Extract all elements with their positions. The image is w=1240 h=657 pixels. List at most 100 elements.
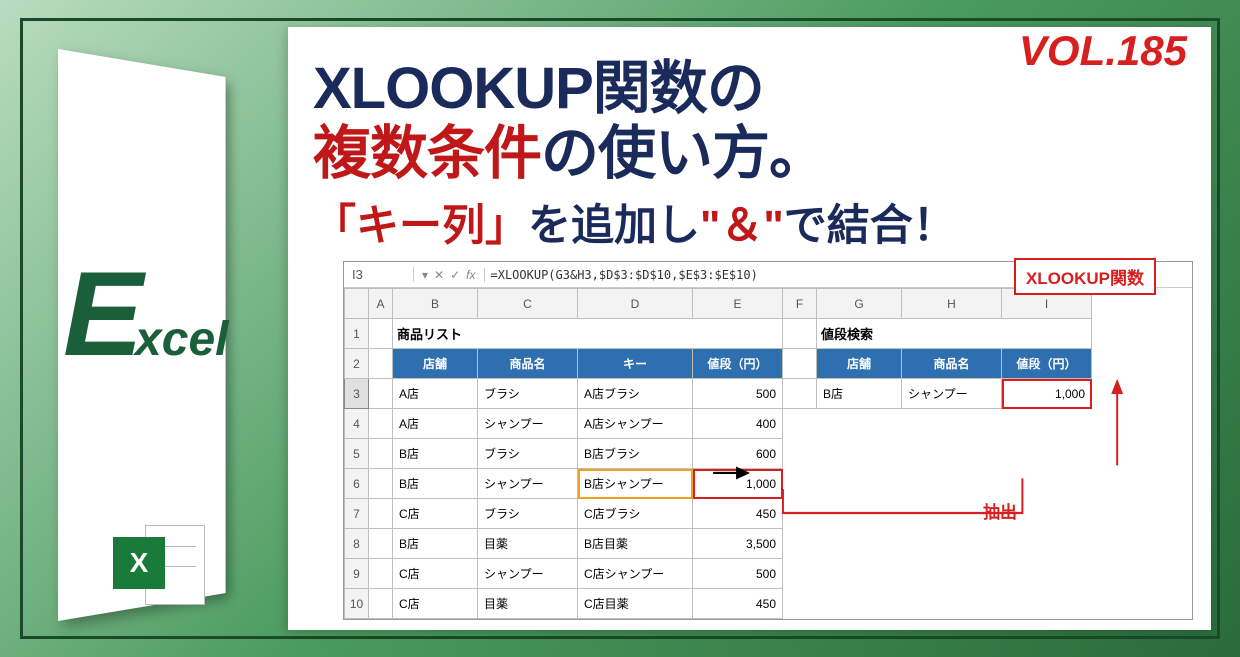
cell-product[interactable]: シャンプー bbox=[478, 409, 578, 439]
cell[interactable] bbox=[902, 409, 1002, 439]
cell[interactable] bbox=[1002, 439, 1092, 469]
cell-product[interactable]: ブラシ bbox=[478, 499, 578, 529]
cell-product[interactable]: ブラシ bbox=[478, 379, 578, 409]
name-box[interactable]: I3 bbox=[344, 267, 414, 282]
col-d[interactable]: D bbox=[578, 289, 693, 319]
cell-product[interactable]: ブラシ bbox=[478, 439, 578, 469]
row-hdr[interactable]: 5 bbox=[345, 439, 369, 469]
cell[interactable] bbox=[783, 469, 817, 499]
cell-key[interactable]: A店ブラシ bbox=[578, 379, 693, 409]
col-g[interactable]: G bbox=[817, 289, 902, 319]
cell-store[interactable]: A店 bbox=[393, 379, 478, 409]
col-f[interactable]: F bbox=[783, 289, 817, 319]
left-hdr-key[interactable]: キー bbox=[578, 349, 693, 379]
cell[interactable] bbox=[1002, 589, 1092, 619]
cell[interactable] bbox=[817, 559, 902, 589]
left-hdr-price[interactable]: 値段（円） bbox=[693, 349, 783, 379]
right-hdr-price[interactable]: 値段（円） bbox=[1002, 349, 1092, 379]
section-right-title[interactable]: 値段検索 bbox=[817, 319, 1092, 349]
cell[interactable] bbox=[817, 589, 902, 619]
cell-price[interactable]: 450 bbox=[693, 589, 783, 619]
row-hdr[interactable]: 9 bbox=[345, 559, 369, 589]
fx-icon[interactable]: fx bbox=[466, 268, 475, 282]
cell-store[interactable]: C店 bbox=[393, 589, 478, 619]
cell[interactable] bbox=[369, 439, 393, 469]
cell[interactable] bbox=[783, 349, 817, 379]
cell-store[interactable]: B店 bbox=[393, 529, 478, 559]
cell-store[interactable]: C店 bbox=[393, 499, 478, 529]
cell-key[interactable]: A店シャンプー bbox=[578, 409, 693, 439]
col-b[interactable]: B bbox=[393, 289, 478, 319]
right-hdr-store[interactable]: 店舗 bbox=[817, 349, 902, 379]
col-h[interactable]: H bbox=[902, 289, 1002, 319]
cell-price[interactable]: 600 bbox=[693, 439, 783, 469]
cell-key[interactable]: B店目薬 bbox=[578, 529, 693, 559]
cell[interactable] bbox=[369, 499, 393, 529]
cell[interactable] bbox=[817, 499, 902, 529]
row-hdr[interactable]: 7 bbox=[345, 499, 369, 529]
cell-key[interactable]: B店シャンプー bbox=[578, 469, 693, 499]
cell[interactable] bbox=[902, 529, 1002, 559]
cell[interactable] bbox=[369, 589, 393, 619]
cell[interactable] bbox=[902, 589, 1002, 619]
cell[interactable] bbox=[783, 589, 817, 619]
cell-price[interactable]: 400 bbox=[693, 409, 783, 439]
col-a[interactable]: A bbox=[369, 289, 393, 319]
cell-store[interactable]: C店 bbox=[393, 559, 478, 589]
cell-store[interactable]: B店 bbox=[393, 469, 478, 499]
cell[interactable] bbox=[369, 349, 393, 379]
cell-price[interactable]: 500 bbox=[693, 559, 783, 589]
dropdown-icon[interactable]: ▾ bbox=[422, 268, 428, 282]
cell-store[interactable]: A店 bbox=[393, 409, 478, 439]
cell-price[interactable]: 450 bbox=[693, 499, 783, 529]
left-hdr-store[interactable]: 店舗 bbox=[393, 349, 478, 379]
cell[interactable] bbox=[902, 439, 1002, 469]
cell[interactable] bbox=[369, 319, 393, 349]
col-e[interactable]: E bbox=[693, 289, 783, 319]
cell[interactable] bbox=[817, 409, 902, 439]
cell[interactable] bbox=[817, 469, 902, 499]
cell[interactable] bbox=[369, 529, 393, 559]
cell-product[interactable]: シャンプー bbox=[478, 559, 578, 589]
row-hdr[interactable]: 8 bbox=[345, 529, 369, 559]
cell[interactable] bbox=[1002, 469, 1092, 499]
right-product[interactable]: シャンプー bbox=[902, 379, 1002, 409]
right-store[interactable]: B店 bbox=[817, 379, 902, 409]
row-hdr[interactable]: 6 bbox=[345, 469, 369, 499]
row-hdr[interactable]: 10 bbox=[345, 589, 369, 619]
corner-cell[interactable] bbox=[345, 289, 369, 319]
cell[interactable] bbox=[1002, 559, 1092, 589]
cell-product[interactable]: シャンプー bbox=[478, 469, 578, 499]
cell-price[interactable]: 1,000 bbox=[693, 469, 783, 499]
cell[interactable] bbox=[902, 559, 1002, 589]
section-left-title[interactable]: 商品リスト bbox=[393, 319, 783, 349]
cell[interactable] bbox=[1002, 409, 1092, 439]
left-hdr-product[interactable]: 商品名 bbox=[478, 349, 578, 379]
cell[interactable] bbox=[783, 439, 817, 469]
cell-key[interactable]: B店ブラシ bbox=[578, 439, 693, 469]
cell[interactable] bbox=[783, 499, 817, 529]
row-hdr[interactable]: 4 bbox=[345, 409, 369, 439]
cell-product[interactable]: 目薬 bbox=[478, 589, 578, 619]
col-c[interactable]: C bbox=[478, 289, 578, 319]
right-result[interactable]: 1,000 bbox=[1002, 379, 1092, 409]
cell[interactable] bbox=[783, 559, 817, 589]
cell[interactable] bbox=[783, 409, 817, 439]
cell-store[interactable]: B店 bbox=[393, 439, 478, 469]
cell[interactable] bbox=[369, 559, 393, 589]
right-hdr-product[interactable]: 商品名 bbox=[902, 349, 1002, 379]
cell[interactable] bbox=[902, 469, 1002, 499]
cell[interactable] bbox=[783, 319, 817, 349]
cell-price[interactable]: 3,500 bbox=[693, 529, 783, 559]
confirm-icon[interactable]: ✓ bbox=[450, 268, 460, 282]
cell[interactable] bbox=[817, 529, 902, 559]
row-hdr[interactable]: 3 bbox=[345, 379, 369, 409]
cell-product[interactable]: 目薬 bbox=[478, 529, 578, 559]
cell[interactable] bbox=[369, 469, 393, 499]
cancel-icon[interactable]: ✕ bbox=[434, 268, 444, 282]
row-hdr-1[interactable]: 1 bbox=[345, 319, 369, 349]
cell[interactable] bbox=[783, 529, 817, 559]
cell[interactable] bbox=[369, 379, 393, 409]
cell-key[interactable]: C店ブラシ bbox=[578, 499, 693, 529]
cell-key[interactable]: C店シャンプー bbox=[578, 559, 693, 589]
